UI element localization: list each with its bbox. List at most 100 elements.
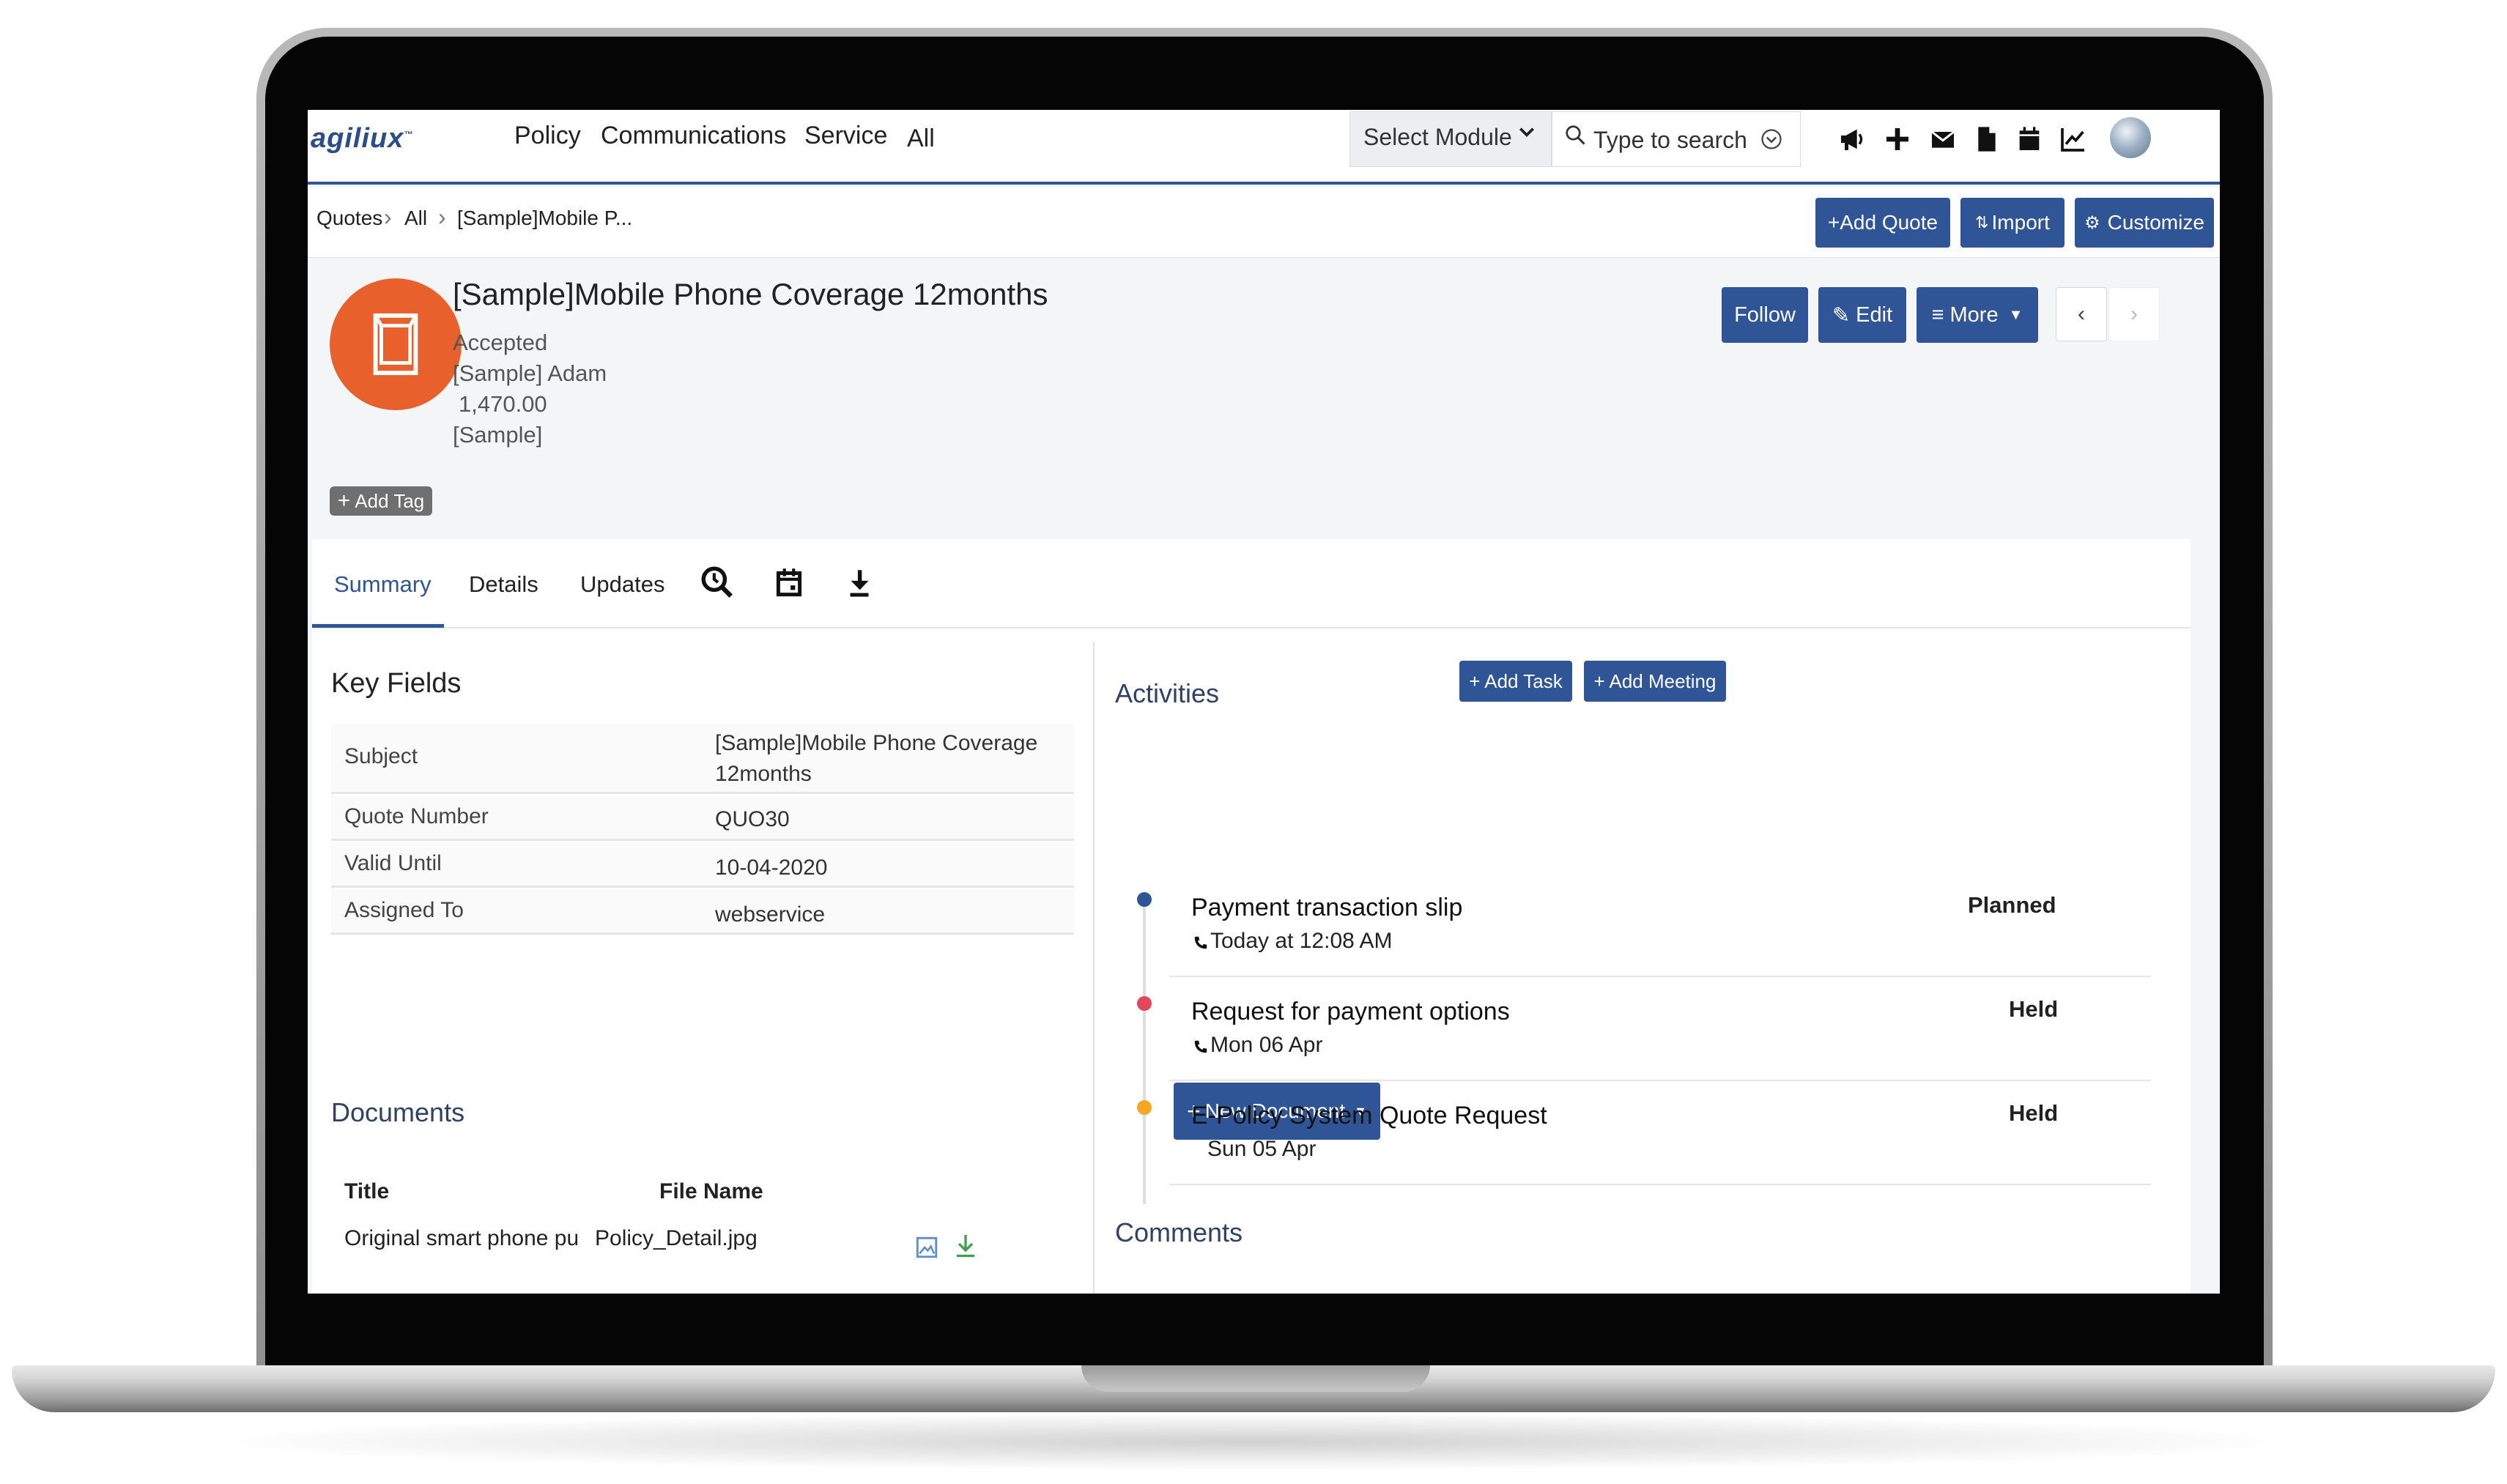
calendar-icon[interactable] [2010, 120, 2048, 158]
key-fields-heading: Key Fields [331, 668, 462, 699]
nav-communications[interactable]: Communications [601, 122, 786, 150]
download-icon[interactable] [841, 564, 878, 601]
documents-header-file-name: File Name [659, 1179, 763, 1203]
record-detail-card: Summary Details Updates Key Fields Subje… [312, 539, 2191, 1294]
phone-icon [1194, 936, 1207, 949]
download-icon[interactable] [952, 1232, 979, 1260]
previous-record-button[interactable]: ‹ [2056, 287, 2107, 341]
record-title: [Sample]Mobile Phone Coverage 12months [453, 277, 1048, 311]
add-task-button[interactable]: + Add Task [1459, 661, 1572, 702]
column-divider [1093, 642, 1095, 1294]
key-field-row: Subject [Sample]Mobile Phone Coverage 12… [331, 724, 1074, 794]
import-button[interactable]: ⇅ Import [1960, 198, 2065, 248]
activity-timeline [1143, 892, 1146, 1204]
add-tag-button[interactable]: + Add Tag [330, 486, 432, 516]
breadcrumb-all[interactable]: All [404, 207, 427, 230]
quote-record-icon [330, 278, 462, 410]
module-select[interactable]: Select Module [1349, 111, 1552, 167]
activity-status: Planned [1968, 892, 2056, 918]
filter-dropdown-icon[interactable] [1760, 128, 1782, 150]
record-amount: 1,470.00 [459, 391, 547, 417]
chevron-right-icon: › [384, 204, 392, 230]
announcement-icon[interactable] [1833, 120, 1871, 158]
record-tabs: Summary Details Updates [312, 539, 2191, 628]
search-input[interactable]: Type to search [1552, 111, 1801, 167]
calendar-icon[interactable] [771, 564, 807, 601]
activity-dot [1137, 892, 1152, 907]
list-icon: ≡ [1931, 303, 1944, 327]
tab-summary[interactable]: Summary [334, 571, 432, 598]
more-dropdown-button[interactable]: ≡ More ▼ [1917, 287, 2038, 343]
nav-policy[interactable]: Policy [514, 122, 581, 150]
image-preview-icon[interactable] [914, 1235, 939, 1260]
app-logo[interactable]: agiliux™ [311, 123, 413, 155]
top-navbar: agiliux™ Policy Communications Service A… [308, 110, 2220, 185]
field-value[interactable]: 10-04-2020 [715, 853, 1067, 883]
customize-button[interactable]: ⚙ Customize [2075, 198, 2214, 248]
key-field-row: Valid Until 10-04-2020 [331, 842, 1074, 888]
activity-dot [1137, 996, 1152, 1011]
documents-heading: Documents [331, 1097, 465, 1127]
documents-header-title: Title [344, 1179, 390, 1203]
nav-service[interactable]: Service [804, 122, 887, 150]
field-label: Quote Number [344, 804, 489, 828]
document-file-cell[interactable]: Policy_Detail.jpg [595, 1226, 758, 1251]
pencil-icon: ✎ [1832, 303, 1851, 327]
activity-status: Held [2009, 1100, 2059, 1126]
app-screen: agiliux™ Policy Communications Service A… [308, 110, 2220, 1294]
tab-details[interactable]: Details [469, 571, 538, 598]
chevron-down-icon [1517, 122, 1536, 146]
record-status: Accepted [453, 330, 548, 355]
search-history-icon[interactable] [699, 564, 736, 601]
activity-separator [1169, 1080, 2151, 1081]
key-field-row: Assigned To webservice [331, 889, 1074, 935]
phone-icon [1194, 1040, 1207, 1053]
chevron-right-icon: › [438, 204, 446, 230]
chart-icon[interactable] [2054, 120, 2092, 158]
field-label: Valid Until [344, 851, 442, 875]
record-contact[interactable]: [Sample] Adam [453, 360, 607, 387]
active-tab-indicator [312, 624, 444, 628]
tab-updates[interactable]: Updates [580, 571, 664, 598]
gear-icon: ⚙ [2084, 212, 2100, 233]
document-icon[interactable] [1968, 120, 2006, 158]
key-field-row: Quote Number QUO30 [331, 795, 1074, 841]
activity-time: Sun 05 Apr [1207, 1137, 1317, 1161]
add-meeting-button[interactable]: + Add Meeting [1584, 661, 1726, 702]
activity-title[interactable]: E-Policy System Quote Request [1191, 1102, 1547, 1130]
mail-icon[interactable] [1924, 120, 1962, 158]
user-avatar[interactable] [2110, 117, 2151, 158]
add-quote-button[interactable]: +Add Quote [1815, 198, 1950, 248]
field-value[interactable]: [Sample]Mobile Phone Coverage 12months [715, 728, 1067, 790]
activity-time: Mon 06 Apr [1210, 1033, 1323, 1057]
activity-status: Held [2009, 996, 2059, 1022]
field-value[interactable]: webservice [715, 899, 1067, 930]
search-icon [1566, 125, 1585, 145]
activity-title[interactable]: Payment transaction slip [1191, 894, 1462, 922]
next-record-button[interactable]: › [2108, 287, 2160, 341]
activity-dot [1137, 1100, 1152, 1115]
activity-separator [1169, 1184, 2151, 1185]
activity-title[interactable]: Request for payment options [1191, 998, 1510, 1026]
nav-all[interactable]: All [907, 125, 935, 153]
breadcrumb-bar: Quotes › All › [Sample]Mobile P... +Add … [308, 188, 2220, 258]
field-label: Assigned To [344, 898, 464, 922]
plus-icon[interactable] [1878, 120, 1917, 158]
breadcrumb-current: [Sample]Mobile P... [457, 207, 633, 229]
edit-button[interactable]: ✎ Edit [1818, 287, 1906, 343]
follow-button[interactable]: Follow [1722, 287, 1808, 343]
import-icon: ⇅ [1975, 213, 1989, 231]
laptop-shadow [190, 1412, 2315, 1471]
field-label: Subject [344, 744, 418, 768]
comments-heading: Comments [1115, 1217, 1243, 1247]
laptop-notch [1081, 1365, 1430, 1392]
activity-time: Today at 12:08 AM [1210, 929, 1393, 953]
plus-icon: + [337, 489, 351, 513]
breadcrumb-quotes[interactable]: Quotes [316, 207, 382, 230]
caret-down-icon: ▼ [2008, 306, 2023, 323]
activities-heading: Activities [1115, 678, 1220, 708]
document-title-cell[interactable]: Original smart phone purchase [344, 1226, 577, 1251]
field-value[interactable]: QUO30 [715, 804, 1067, 835]
activity-separator [1169, 976, 2151, 977]
record-organization[interactable]: [Sample] [453, 422, 542, 448]
